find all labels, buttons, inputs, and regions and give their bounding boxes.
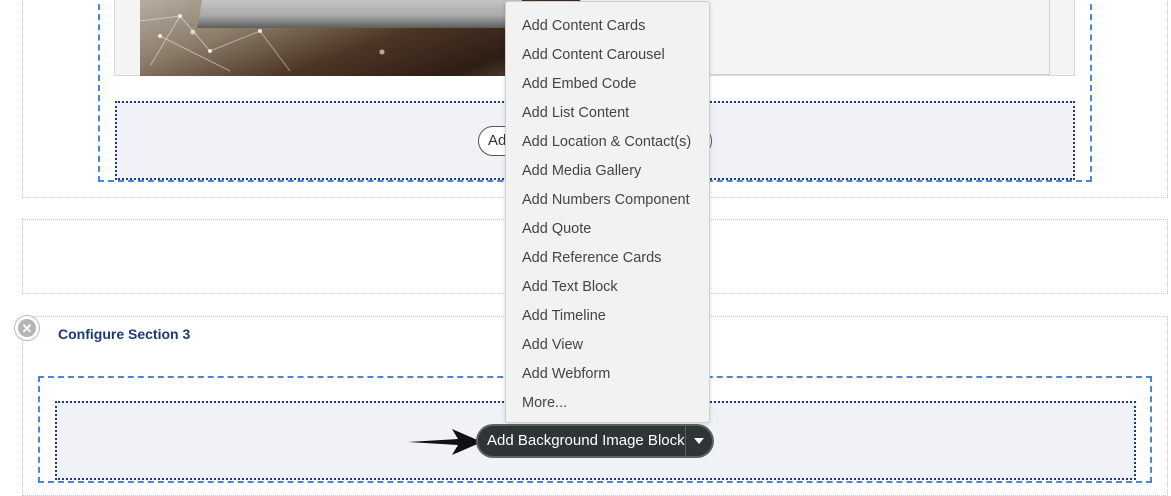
menu-item-add-content-cards[interactable]: Add Content Cards: [506, 12, 709, 41]
menu-item-add-webform[interactable]: Add Webform: [506, 360, 709, 389]
menu-item-add-embed-code[interactable]: Add Embed Code: [506, 70, 709, 99]
configure-section-3-link[interactable]: Configure Section 3: [58, 326, 190, 342]
menu-item-add-numbers-component[interactable]: Add Numbers Component: [506, 186, 709, 215]
remove-section-button[interactable]: ✕: [14, 315, 40, 341]
menu-item-add-timeline[interactable]: Add Timeline: [506, 302, 709, 331]
dropdown-menu-list: Add Content Cards Add Content Carousel A…: [506, 2, 709, 418]
menu-item-add-reference-cards[interactable]: Add Reference Cards: [506, 244, 709, 273]
menu-item-add-content-carousel[interactable]: Add Content Carousel: [506, 41, 709, 70]
menu-item-add-view[interactable]: Add View: [506, 331, 709, 360]
menu-item-more[interactable]: More...: [506, 389, 709, 418]
add-background-image-block-label: Add Background Image Block: [487, 432, 685, 449]
add-background-image-block-button[interactable]: Add Background Image Block: [478, 426, 712, 456]
close-icon: ✕: [18, 319, 36, 337]
arrow-annotation-icon: [408, 429, 482, 455]
menu-item-add-quote[interactable]: Add Quote: [506, 215, 709, 244]
menu-item-add-location-contacts[interactable]: Add Location & Contact(s): [506, 128, 709, 157]
block-type-dropdown-menu: Add Content Cards Add Content Carousel A…: [505, 1, 710, 423]
menu-item-add-text-block[interactable]: Add Text Block: [506, 273, 709, 302]
menu-item-add-list-content[interactable]: Add List Content: [506, 99, 709, 128]
caret-down-icon: [694, 438, 704, 444]
menu-item-add-media-gallery[interactable]: Add Media Gallery: [506, 157, 709, 186]
